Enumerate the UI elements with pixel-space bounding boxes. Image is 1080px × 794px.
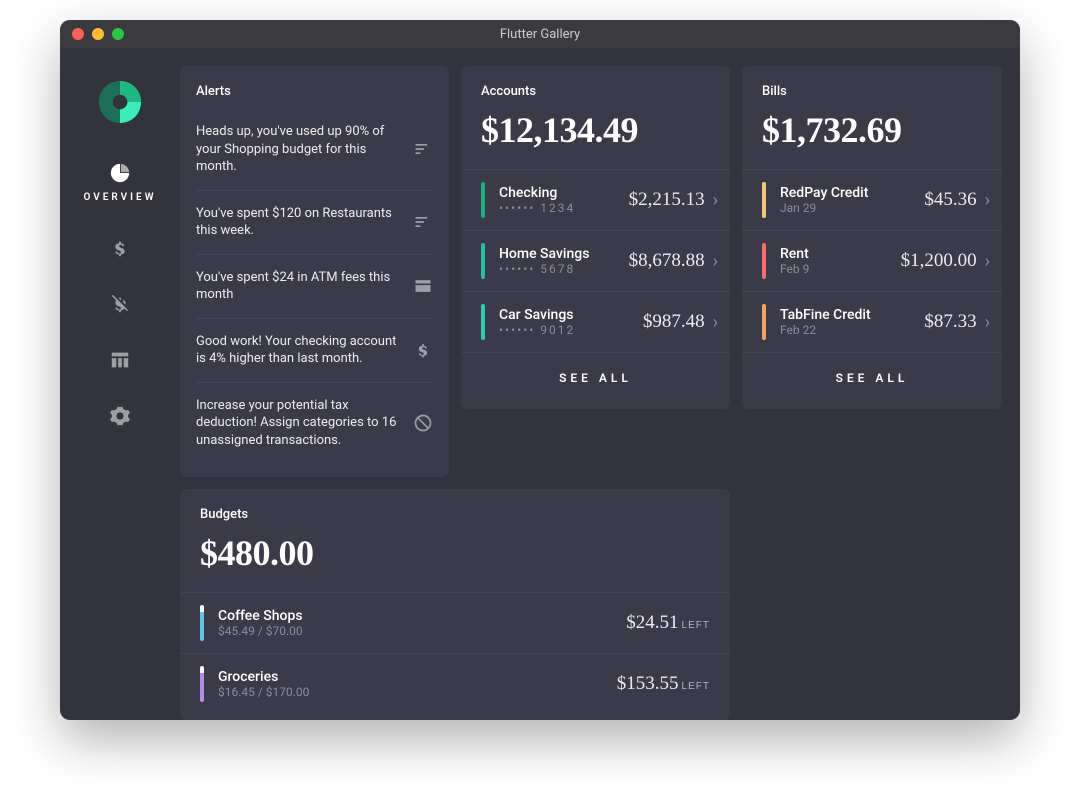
window-title: Flutter Gallery (60, 27, 1020, 42)
budgets-card: Budgets $480.00 Coffee Shops $45.49 / $7… (180, 489, 730, 720)
alerts-card: Alerts Heads up, you've used up 90% of y… (180, 66, 449, 477)
chevron-right-icon: › (985, 312, 990, 333)
alert-text: Good work! Your checking account is 4% h… (196, 333, 401, 368)
bill-due-date: Feb 22 (780, 323, 924, 337)
alert-text: You've spent $120 on Restaurants this we… (196, 205, 401, 240)
nav-bills[interactable] (109, 293, 131, 315)
budget-name: Groceries (218, 669, 617, 685)
chevron-right-icon: › (713, 251, 718, 272)
gear-icon (109, 405, 131, 427)
chevron-right-icon: › (713, 190, 718, 211)
budget-row[interactable]: Groceries $16.45 / $170.00 $153.55LEFT (180, 653, 730, 714)
card-icon (413, 276, 433, 296)
account-color-stripe (481, 182, 485, 218)
account-number-masked: •••••• 9012 (499, 323, 643, 337)
accounts-see-all[interactable]: SEE ALL (461, 352, 730, 403)
chevron-right-icon: › (985, 251, 990, 272)
maximize-window-button[interactable] (112, 28, 124, 40)
bill-amount: $45.36 (924, 189, 976, 211)
alert-row[interactable]: You've spent $120 on Restaurants this we… (196, 190, 433, 254)
nav-budgets[interactable] (109, 349, 131, 371)
nav-settings[interactable] (109, 405, 131, 427)
budget-spent-of-total: $45.49 / $70.00 (218, 624, 626, 638)
account-number-masked: •••••• 5678 (499, 262, 629, 276)
dollar-slash-icon (109, 293, 131, 315)
alert-row[interactable]: Increase your potential tax deduction! A… (196, 382, 433, 464)
bill-due-date: Feb 9 (780, 262, 901, 276)
accounts-title: Accounts (461, 84, 730, 99)
titlebar: Flutter Gallery (60, 20, 1020, 48)
account-balance: $2,215.13 (629, 189, 705, 211)
close-window-button[interactable] (72, 28, 84, 40)
nav-overview[interactable]: OVERVIEW (84, 162, 157, 203)
alert-row[interactable]: Good work! Your checking account is 4% h… (196, 318, 433, 382)
pie-chart-icon (109, 162, 131, 184)
bill-amount: $1,200.00 (901, 250, 977, 272)
alert-text: Increase your potential tax deduction! A… (196, 397, 401, 450)
table-icon (109, 349, 131, 371)
account-row[interactable]: Car Savings •••••• 9012 $987.48 › (461, 291, 730, 352)
bill-name: Rent (780, 246, 901, 262)
budget-color-stripe (200, 666, 204, 702)
account-balance: $987.48 (643, 311, 705, 333)
accounts-card: Accounts $12,134.49 Checking •••••• 1234… (461, 66, 730, 409)
alerts-title: Alerts (196, 84, 433, 109)
block-icon (413, 413, 433, 433)
sort-icon (413, 139, 433, 159)
alert-row[interactable]: You've spent $24 in ATM fees this month (196, 254, 433, 318)
account-color-stripe (481, 304, 485, 340)
nav-accounts[interactable] (109, 237, 131, 259)
account-balance: $8,678.88 (629, 250, 705, 272)
budget-spent-of-total: $16.45 / $170.00 (218, 685, 617, 699)
budget-remaining: $24.51LEFT (626, 612, 710, 634)
bills-title: Bills (742, 84, 1002, 99)
budgets-title: Budgets (180, 507, 730, 522)
budget-name: Coffee Shops (218, 608, 626, 624)
budget-row[interactable]: Coffee Shops $45.49 / $70.00 $24.51LEFT (180, 592, 730, 653)
account-row[interactable]: Home Savings •••••• 5678 $8,678.88 › (461, 230, 730, 291)
account-row[interactable]: Checking •••••• 1234 $2,215.13 › (461, 169, 730, 230)
alert-text: You've spent $24 in ATM fees this month (196, 269, 401, 304)
account-number-masked: •••••• 1234 (499, 201, 629, 215)
chevron-right-icon: › (713, 312, 718, 333)
budget-remaining: $153.55LEFT (617, 673, 710, 695)
budget-color-stripe (200, 605, 204, 641)
chevron-right-icon: › (985, 190, 990, 211)
account-name: Car Savings (499, 307, 643, 323)
sort-icon (413, 212, 433, 232)
bill-row[interactable]: Rent Feb 9 $1,200.00 › (742, 230, 1002, 291)
bill-color-stripe (762, 304, 766, 340)
account-color-stripe (481, 243, 485, 279)
bill-name: TabFine Credit (780, 307, 924, 323)
main-content: Accounts $12,134.49 Checking •••••• 1234… (180, 48, 1020, 720)
account-name: Checking (499, 185, 629, 201)
alert-row[interactable]: Heads up, you've used up 90% of your Sho… (196, 109, 433, 190)
bills-total: $1,732.69 (742, 99, 1002, 169)
app-logo-icon (94, 76, 146, 128)
sidebar: OVERVIEW (60, 48, 180, 720)
minimize-window-button[interactable] (92, 28, 104, 40)
bill-color-stripe (762, 243, 766, 279)
bills-see-all[interactable]: SEE ALL (742, 352, 1002, 403)
bill-row[interactable]: TabFine Credit Feb 22 $87.33 › (742, 291, 1002, 352)
budgets-total: $480.00 (180, 522, 730, 592)
bill-color-stripe (762, 182, 766, 218)
app-window: Flutter Gallery OVERVIEW (60, 20, 1020, 720)
bill-row[interactable]: RedPay Credit Jan 29 $45.36 › (742, 169, 1002, 230)
nav-overview-label: OVERVIEW (84, 192, 157, 203)
alert-text: Heads up, you've used up 90% of your Sho… (196, 123, 401, 176)
dollar-icon (413, 340, 433, 360)
bills-card: Bills $1,732.69 RedPay Credit Jan 29 $45… (742, 66, 1002, 409)
dollar-icon (109, 237, 131, 259)
bill-amount: $87.33 (924, 311, 976, 333)
account-name: Home Savings (499, 246, 629, 262)
bill-name: RedPay Credit (780, 185, 924, 201)
bill-due-date: Jan 29 (780, 201, 924, 215)
accounts-total: $12,134.49 (461, 99, 730, 169)
